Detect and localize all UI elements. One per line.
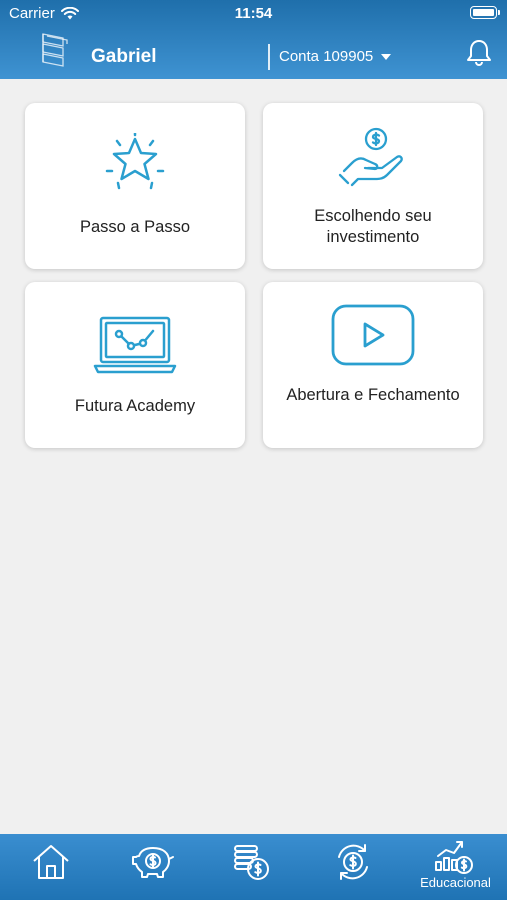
video-play-icon-wrap <box>263 304 483 366</box>
card-label: Passo a Passo <box>79 218 191 236</box>
hand-coin-icon-wrap <box>263 127 483 191</box>
bell-icon[interactable] <box>466 38 492 66</box>
coins-icon <box>234 845 269 880</box>
piggy-bank-icon <box>132 847 174 878</box>
account-label: Conta 109905 <box>279 48 374 65</box>
brand-logo-icon <box>42 33 68 67</box>
tab-piggy-bank[interactable] <box>101 834 202 900</box>
status-bar: Carrier 11:54 <box>0 0 507 26</box>
bottom-navigation: Educacional <box>0 834 507 900</box>
star-icon <box>105 133 165 190</box>
card-futura-academy[interactable]: Futura Academy <box>25 282 245 448</box>
laptop-chart-icon-wrap <box>25 316 245 374</box>
header-divider <box>268 44 270 70</box>
top-app-bar: Carrier 11:54 Gabriel Conta 109905 <box>0 0 507 79</box>
battery-icon <box>470 6 500 19</box>
account-selector[interactable]: Conta 109905 <box>279 48 392 65</box>
card-abertura-fechamento[interactable]: Abertura e Fechamento <box>263 282 483 448</box>
tab-coins[interactable] <box>202 834 303 900</box>
tab-label-educacional: Educacional <box>420 875 491 890</box>
laptop-chart-icon <box>93 316 177 374</box>
card-label: Escolhendo seu investimento <box>314 207 432 246</box>
card-passo-a-passo[interactable]: Passo a Passo <box>25 103 245 269</box>
card-label: Abertura e Fechamento <box>286 386 460 404</box>
user-name: Gabriel <box>91 46 157 67</box>
star-icon-wrap <box>25 133 245 193</box>
hand-coin-icon <box>338 127 403 187</box>
coin-exchange-icon <box>338 844 368 880</box>
home-icon <box>33 845 69 879</box>
education-chart-icon <box>435 841 473 874</box>
card-label: Futura Academy <box>74 397 196 415</box>
chevron-down-icon <box>381 53 392 60</box>
status-time: 11:54 <box>234 5 273 22</box>
tab-educacional[interactable]: Educacional <box>404 834 507 900</box>
tab-home[interactable] <box>0 834 101 900</box>
tab-coin-exchange[interactable] <box>303 834 404 900</box>
video-play-icon <box>331 304 415 366</box>
card-escolhendo-investimento[interactable]: Escolhendo seu investimento <box>263 103 483 269</box>
